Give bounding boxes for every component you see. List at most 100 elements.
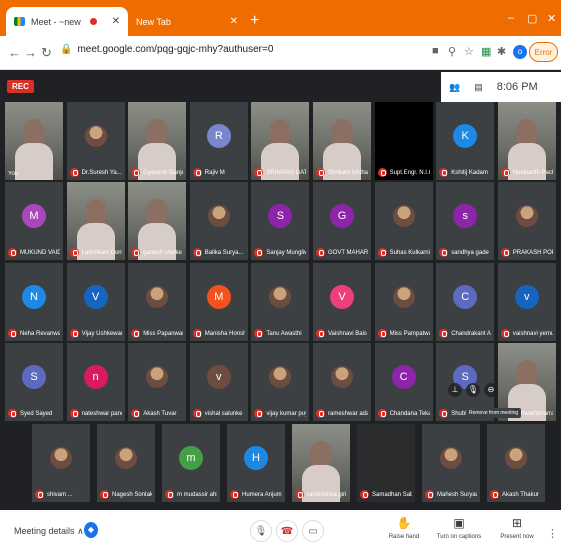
participant-tile[interactable]: Tanu Awasthi xyxy=(251,263,310,341)
profile-avatar[interactable]: o xyxy=(513,45,527,59)
participant-tile[interactable]: Akash Tuvar xyxy=(128,343,187,421)
participant-tile[interactable]: C Chandrakant Ash... xyxy=(436,263,495,341)
microphone-button[interactable]: 🎙 xyxy=(250,520,272,542)
muted-mic-icon xyxy=(316,248,325,257)
participant-tile[interactable]: SRINIVAS GATLE... xyxy=(251,102,310,180)
participants-icon[interactable]: 👥 xyxy=(449,82,460,93)
participant-tile[interactable]: Balika Surya... xyxy=(189,182,248,260)
participant-name-text: Nagesh Sontakke xyxy=(112,491,152,498)
close-tab-icon[interactable]: ✕ xyxy=(112,16,120,27)
zoom-icon[interactable]: ⚲ xyxy=(448,45,456,58)
avatar: n xyxy=(83,365,108,390)
participant-tile[interactable]: Miss Pampatwar ... xyxy=(374,263,433,341)
leave-call-button[interactable]: ☎ xyxy=(276,520,298,542)
participant-tile[interactable]: Shrikant Ishthar xyxy=(313,102,371,180)
maximize-icon[interactable]: ▢ xyxy=(527,12,537,25)
participant-tile[interactable]: N Neha Revanwar xyxy=(5,263,63,341)
participant-name: m mudassir ahm... xyxy=(165,490,217,499)
hangup-icon: ☎ xyxy=(280,525,294,537)
extension-icon[interactable]: ▦ xyxy=(481,45,491,58)
forward-icon[interactable]: → xyxy=(24,45,37,60)
chat-icon[interactable]: ▤ xyxy=(474,82,483,93)
participant-tile[interactable]: S Sanjay Mungliwar xyxy=(251,182,310,260)
participant-tile[interactable]: rameshwar adam... xyxy=(313,343,371,421)
minimize-icon[interactable]: – xyxy=(508,12,514,24)
participant-tile[interactable]: Nagesh Sontakke xyxy=(97,424,155,502)
participant-tile[interactable]: Dr.Suresh Ya... xyxy=(66,102,125,180)
participant-name-text: Sanjay Mungliwar xyxy=(266,249,307,256)
close-tab-icon[interactable]: ✕ xyxy=(230,16,238,27)
participant-tile[interactable]: s sandhya gade xyxy=(436,182,495,260)
participant-tile[interactable]: G GOVT MAHARAS... xyxy=(313,182,371,260)
participant-name: Chandrakant Ash... xyxy=(439,329,491,338)
video-person-head xyxy=(84,199,107,226)
avatar xyxy=(515,205,538,228)
pin-icon[interactable]: ⊥ xyxy=(448,383,462,397)
avatar xyxy=(84,125,107,148)
participant-tile[interactable]: v vaishnavi yemul xyxy=(497,263,556,341)
muted-mic-icon xyxy=(439,329,449,338)
participant-tile[interactable]: ganesh shelke xyxy=(128,182,187,260)
participant-tile[interactable]: Supt.Engr. N.I.C. ... xyxy=(374,102,433,180)
participant-tile[interactable]: Mahesh Suryawa... xyxy=(422,424,480,502)
participant-tile[interactable]: C Chandana Tekale xyxy=(374,343,433,421)
back-icon[interactable]: ← xyxy=(8,45,21,60)
muted-mic-icon xyxy=(500,248,510,257)
participant-tile[interactable]: S Syed Sayed xyxy=(5,343,63,421)
participant-name-text: Samadhan Sabbi... xyxy=(372,491,412,498)
participant-tile[interactable]: m m mudassir ahm... xyxy=(162,424,220,502)
participant-tile[interactable]: Suhas Kulkarni xyxy=(374,182,433,260)
more-options-icon[interactable]: ⋮ xyxy=(547,527,558,540)
participant-tile[interactable]: ramkrishna giri xyxy=(292,424,350,502)
participant-tile[interactable]: n nateshwar panchal xyxy=(66,343,125,421)
participant-tile[interactable]: K Kshitij Kadam xyxy=(436,102,495,180)
participant-name-text: sandhya gade xyxy=(451,249,489,256)
participant-tile[interactable]: PRAKASH POPLE xyxy=(497,182,556,260)
participant-tile[interactable]: M MUKUND VAIDYA xyxy=(5,182,63,260)
participant-tile[interactable]: Miss Papanwar S... xyxy=(128,263,187,341)
participant-name: Akash Tuvar xyxy=(131,409,183,418)
close-window-icon[interactable]: ✕ xyxy=(547,12,556,25)
muted-mic-icon xyxy=(439,248,449,257)
avatar xyxy=(207,205,230,228)
participant-name: nateshwar panchal xyxy=(69,409,122,418)
participant-tile[interactable]: vijay kumar puyed xyxy=(251,343,310,421)
participant-tile[interactable]: Neelkanth Pacha... xyxy=(497,102,556,180)
present-now-button[interactable]: ⊞ Present now xyxy=(497,516,537,540)
remove-icon[interactable]: ⊖ xyxy=(484,383,498,397)
participant-tile[interactable]: V Vaishnavi Bais xyxy=(313,263,371,341)
new-tab-button[interactable]: + xyxy=(250,12,259,30)
bookmark-star-icon[interactable]: ☆ xyxy=(464,45,474,58)
meeting-details-button[interactable]: Meeting details ∧ xyxy=(14,526,84,537)
mute-icon[interactable]: 🎙 xyxy=(466,383,480,397)
error-button[interactable]: Error xyxy=(529,42,558,62)
participant-name: sandhya gade xyxy=(439,248,491,257)
tab-meet[interactable]: Meet - ~new ✕ xyxy=(6,7,128,36)
camera-permission-icon[interactable]: ■ xyxy=(432,45,439,57)
participant-name-text: Chandana Tekale xyxy=(389,410,430,417)
participant-name-text: You xyxy=(8,171,19,177)
muted-mic-icon xyxy=(165,490,174,499)
shield-icon[interactable]: ◆ xyxy=(84,522,98,538)
participant-tile[interactable]: v vishal salunke xyxy=(189,343,248,421)
extensions-puzzle-icon[interactable]: ✱ xyxy=(497,45,506,58)
participant-tile[interactable]: Akash Thakur xyxy=(487,424,545,502)
participant-tile[interactable]: shivam ... xyxy=(32,424,90,502)
tile-hover-controls: ⊥ 🎙 ⊖ xyxy=(448,383,498,397)
participant-tile[interactable]: R Rajiv M xyxy=(189,102,248,180)
participant-tile[interactable]: Samadhan Sabbi... xyxy=(357,424,415,502)
tab-new-tab[interactable]: New Tab ✕ xyxy=(128,7,246,36)
muted-mic-icon xyxy=(316,409,325,418)
camera-button[interactable]: ▭ xyxy=(302,520,324,542)
muted-mic-icon xyxy=(192,168,202,177)
url-field[interactable]: 🔒 meet.google.com/pqg-gqjc-mhy?authuser=0 xyxy=(60,44,273,55)
participant-tile[interactable]: You xyxy=(5,102,63,180)
captions-button[interactable]: ▣ Turn on captions xyxy=(436,516,482,540)
participant-tile[interactable]: V Vijay Ushkewar xyxy=(66,263,125,341)
participant-tile[interactable]: Gyanesh Ganjer xyxy=(128,102,187,180)
participant-tile[interactable]: Laxmikant Donto... xyxy=(66,182,125,260)
raise-hand-button[interactable]: ✋ Raise hand xyxy=(386,516,422,540)
participant-tile[interactable]: M Manisha Honshet... xyxy=(189,263,248,341)
participant-tile[interactable]: H Humera Anjum xyxy=(227,424,285,502)
reload-icon[interactable]: ↻ xyxy=(41,45,52,61)
